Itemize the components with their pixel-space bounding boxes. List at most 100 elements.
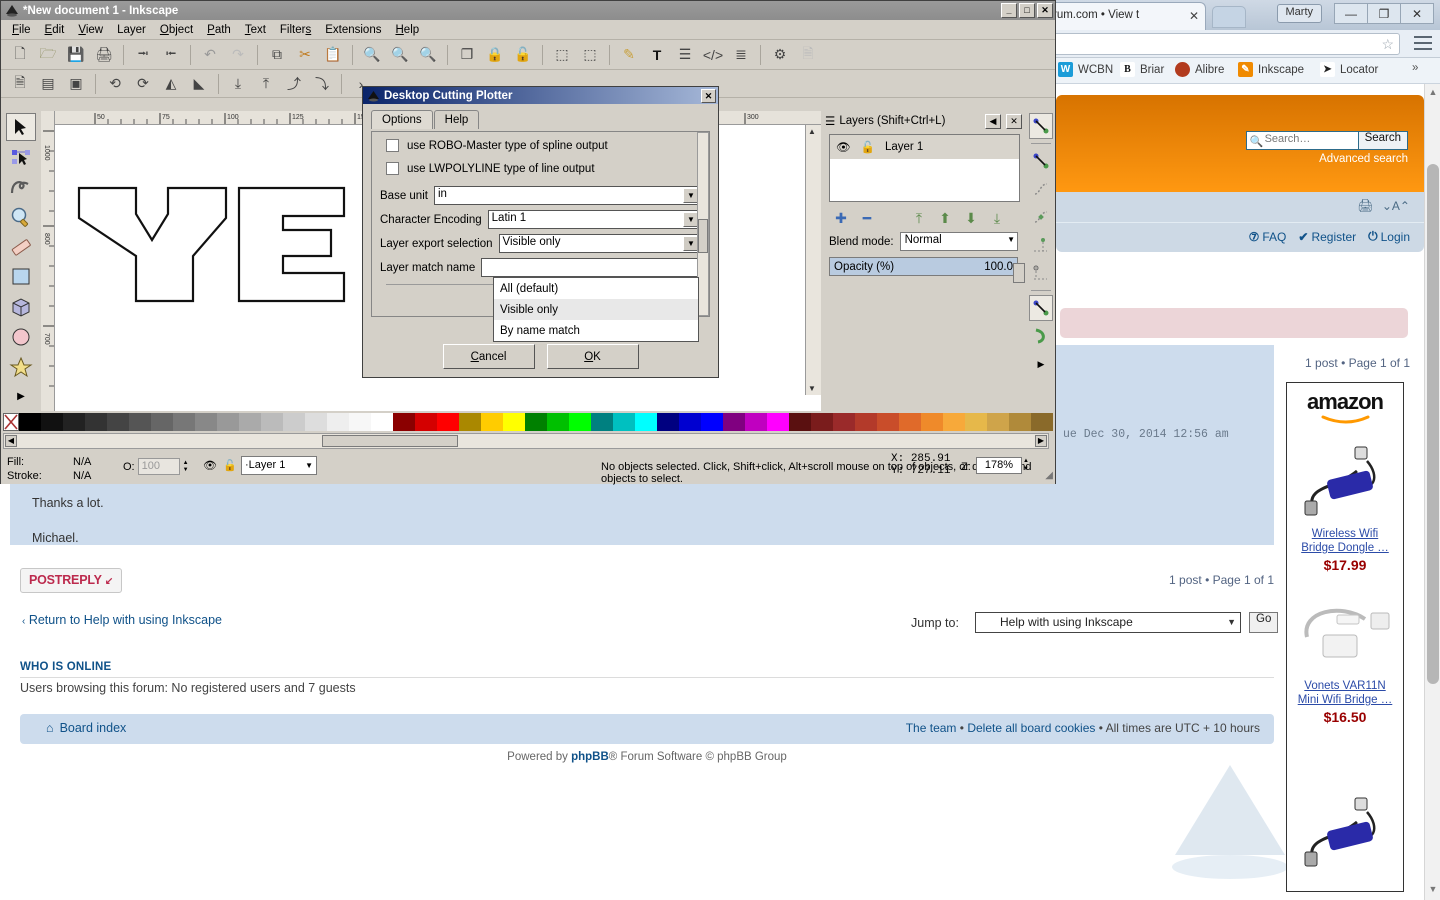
cancel-button[interactable]: Cancel — [443, 344, 535, 369]
minimize-icon[interactable]: _ — [1001, 3, 1017, 18]
color-swatch[interactable] — [767, 413, 789, 431]
menu-layer[interactable]: Layer — [111, 22, 152, 38]
rotate-cw-icon[interactable]: ⟳ — [130, 72, 156, 96]
color-swatch[interactable] — [459, 413, 481, 431]
close-icon[interactable]: ✕ — [1037, 3, 1053, 18]
page-scrollbar[interactable]: ▲ ▼ — [1424, 84, 1440, 900]
bookmark-wcbn[interactable]: W WCBN — [1058, 62, 1113, 77]
toolbox-more-icon[interactable]: ▶ — [6, 383, 36, 411]
deselect-icon[interactable]: ▣ — [63, 72, 89, 96]
snap-cusp-nodes-icon[interactable] — [1029, 232, 1053, 258]
option-lwpolyline-row[interactable]: use LWPOLYLINE type of line output — [372, 152, 709, 175]
hscrollbar-thumb[interactable] — [322, 435, 458, 447]
color-swatch[interactable] — [217, 413, 239, 431]
close-icon[interactable]: ✕ — [701, 89, 716, 103]
ok-button[interactable]: OK — [547, 344, 639, 369]
amazon-product-title-2[interactable]: Vonets VAR11N Mini Wifi Bridge … — [1289, 679, 1401, 707]
selector-tool-icon[interactable] — [6, 113, 36, 141]
register-link[interactable]: ✔Register — [1298, 230, 1356, 244]
color-swatch[interactable] — [503, 413, 525, 431]
jump-go-button[interactable]: Go — [1249, 612, 1278, 633]
group-icon[interactable]: 🔒 — [482, 43, 508, 67]
color-swatch[interactable] — [283, 413, 305, 431]
inkscape-color-palette[interactable] — [3, 413, 1053, 431]
bookmarks-overflow-icon[interactable]: » — [1412, 62, 1418, 74]
color-swatch[interactable] — [921, 413, 943, 431]
scrollbar-thumb[interactable] — [1427, 164, 1439, 684]
opacity-input[interactable]: 100 — [138, 458, 180, 475]
color-swatch[interactable] — [701, 413, 723, 431]
color-swatch[interactable] — [1031, 413, 1053, 431]
cut-icon[interactable]: ✂ — [292, 43, 318, 67]
option-robo-master-row[interactable]: use ROBO-Master type of spline output — [372, 132, 709, 152]
zoom-spinner[interactable]: ▲▼ — [1023, 457, 1029, 473]
color-swatch[interactable] — [877, 413, 899, 431]
tab-help[interactable]: Help — [434, 110, 480, 129]
snap-rotation-center-icon[interactable] — [1029, 323, 1053, 349]
snap-others-icon[interactable] — [1029, 295, 1053, 321]
color-swatch[interactable] — [591, 413, 613, 431]
delete-cookies-link[interactable]: Delete all board cookies — [967, 721, 1095, 735]
color-swatch[interactable] — [679, 413, 701, 431]
menu-edit[interactable]: Edit — [39, 22, 71, 38]
add-layer-icon[interactable]: ✚ — [831, 208, 851, 228]
scroll-left-icon[interactable]: ◀ — [5, 435, 17, 447]
opacity-stepper[interactable] — [1013, 263, 1025, 283]
lwpolyline-checkbox[interactable] — [386, 162, 399, 175]
snap-more-icon[interactable]: ▶ — [1029, 351, 1053, 377]
color-swatch[interactable] — [349, 413, 371, 431]
login-link[interactable]: ⏻Login — [1368, 229, 1410, 244]
menu-file[interactable]: File — [6, 22, 37, 38]
faq-link[interactable]: ⑦FAQ — [1249, 230, 1287, 244]
font-size-icon[interactable]: ⌄A⌃ — [1382, 199, 1410, 213]
copy-icon[interactable]: ⧉ — [264, 43, 290, 67]
print-icon[interactable]: 🖨 — [1357, 198, 1374, 214]
board-index-link[interactable]: ⌂ Board index — [46, 721, 126, 735]
maximize-icon[interactable]: ❐ — [1367, 3, 1401, 24]
print-icon[interactable]: 🖨 — [91, 43, 117, 67]
close-icon[interactable]: ✕ — [1006, 114, 1022, 129]
url-input[interactable] — [1046, 33, 1400, 55]
color-swatch[interactable] — [899, 413, 921, 431]
save-icon[interactable]: 💾 — [63, 43, 89, 67]
color-swatch[interactable] — [635, 413, 657, 431]
color-swatch[interactable] — [173, 413, 195, 431]
dialog-scrollbar-thumb[interactable] — [698, 219, 708, 253]
node-tool-icon[interactable] — [6, 143, 36, 171]
tab-options[interactable]: Options — [371, 110, 433, 129]
layer-match-name-input[interactable] — [481, 258, 701, 277]
flip-horizontal-icon[interactable]: ◭ — [158, 72, 184, 96]
import-icon[interactable]: ⭲ — [130, 43, 156, 67]
color-swatch[interactable] — [415, 413, 437, 431]
amazon-product-title-1[interactable]: Wireless Wifi Bridge Dongle … — [1289, 527, 1401, 555]
measure-tool-icon[interactable] — [6, 233, 36, 261]
scroll-right-icon[interactable]: ▶ — [1035, 435, 1047, 447]
text-tool-icon[interactable]: T — [644, 43, 670, 67]
color-swatch[interactable] — [789, 413, 811, 431]
color-swatch[interactable] — [745, 413, 767, 431]
hamburger-menu-icon[interactable] — [1414, 36, 1432, 50]
color-swatch[interactable] — [833, 413, 855, 431]
bookmark-star-icon[interactable]: ☆ — [1381, 36, 1394, 53]
dropdown-option-visible-only[interactable]: Visible only — [494, 299, 698, 320]
color-swatch[interactable] — [19, 413, 41, 431]
color-swatch[interactable] — [1009, 413, 1031, 431]
object-properties-icon[interactable]: ⬚ — [549, 43, 575, 67]
align-icon[interactable]: ≣ — [728, 43, 754, 67]
layer-visibility-eye-icon[interactable]: 👁 — [203, 459, 217, 472]
color-swatch[interactable] — [393, 413, 415, 431]
statusbar-layer-select[interactable]: ·Layer 1 ▼ — [241, 456, 317, 475]
fill-stroke-icon[interactable]: ⬚ — [577, 43, 603, 67]
preferences-icon[interactable]: ⚙ — [767, 43, 793, 67]
snap-bounding-box-icon[interactable] — [1029, 148, 1053, 174]
bookmark-inkscape[interactable]: ✎ Inkscape — [1238, 62, 1304, 77]
select-all-icon[interactable]: 🗎 — [7, 72, 33, 96]
color-swatch[interactable] — [613, 413, 635, 431]
bookmark-briar[interactable]: B Briar — [1120, 62, 1164, 77]
open-document-icon[interactable]: 🗁 — [35, 43, 61, 67]
search-button[interactable]: Search — [1359, 131, 1408, 150]
zoom-selection-icon[interactable]: 🔍 — [359, 43, 385, 67]
search-input[interactable]: 🔍 Search… — [1246, 131, 1359, 150]
color-swatch[interactable] — [437, 413, 459, 431]
minimize-icon[interactable]: — — [1334, 3, 1368, 24]
